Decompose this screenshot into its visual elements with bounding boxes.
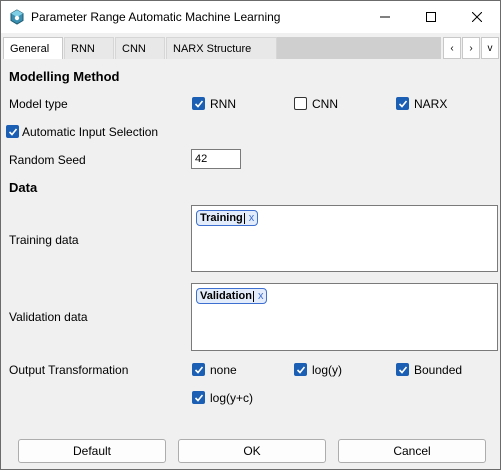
tab-bar-filler	[277, 37, 441, 59]
bounded-checkbox[interactable]	[396, 363, 409, 376]
checkmark-icon	[296, 366, 306, 374]
model-type-label: Model type	[9, 97, 68, 111]
narx-checkbox[interactable]	[396, 97, 409, 110]
maximize-icon	[426, 12, 436, 22]
log-y-plus-c-checkbox-label: log(y+c)	[210, 391, 254, 405]
rnn-checkbox-label: RNN	[210, 97, 236, 111]
narx-checkbox-label: NARX	[414, 97, 448, 111]
ok-button[interactable]: OK	[178, 439, 326, 463]
tab-rnn[interactable]: RNN	[64, 37, 114, 59]
none-checkbox[interactable]	[192, 363, 205, 376]
default-button[interactable]: Default	[18, 439, 166, 463]
validation-data-field[interactable]: Validation x	[191, 283, 498, 351]
window-title: Parameter Range Automatic Machine Learni…	[31, 10, 281, 24]
gear-cube-icon	[9, 9, 25, 25]
cancel-button[interactable]: Cancel	[338, 439, 486, 463]
validation-data-label: Validation data	[9, 310, 88, 324]
close-icon	[472, 12, 482, 22]
automatic-input-selection-checkbox[interactable]	[6, 125, 19, 138]
checkmark-icon	[194, 366, 204, 374]
log-y-checkbox[interactable]	[294, 363, 307, 376]
training-data-field[interactable]: Training x	[191, 205, 498, 272]
validation-data-chip[interactable]: Validation x	[196, 288, 268, 304]
rnn-checkbox[interactable]	[192, 97, 205, 110]
general-panel: Modelling Method Model type RNN CNN NARX…	[1, 59, 500, 433]
bounded-checkbox-label: Bounded	[414, 363, 463, 377]
chip-label: Training	[200, 212, 243, 224]
cnn-checkbox-label: CNN	[312, 97, 338, 111]
tab-prev-button[interactable]: ‹	[443, 37, 461, 59]
checkmark-icon	[398, 100, 408, 108]
chip-label: Validation	[200, 290, 252, 302]
close-button[interactable]	[454, 1, 500, 33]
output-transformation-label: Output Transformation	[9, 363, 129, 377]
checkmark-icon	[8, 128, 18, 136]
data-heading: Data	[9, 180, 38, 195]
checkmark-icon	[398, 366, 408, 374]
dialog-window: Parameter Range Automatic Machine Learni…	[0, 0, 501, 470]
random-seed-label: Random Seed	[9, 153, 86, 167]
none-checkbox-label: none	[210, 363, 237, 377]
checkmark-icon	[194, 100, 204, 108]
tab-menu-button[interactable]: v	[481, 37, 499, 59]
text-cursor	[252, 290, 254, 302]
text-cursor	[243, 212, 245, 224]
minimize-icon	[380, 16, 390, 18]
random-seed-input[interactable]: 42	[191, 149, 241, 169]
log-y-checkbox-label: log(y)	[312, 363, 343, 377]
title-bar: Parameter Range Automatic Machine Learni…	[1, 1, 500, 33]
tab-cnn[interactable]: CNN	[115, 37, 165, 59]
maximize-button[interactable]	[408, 1, 454, 33]
log-y-plus-c-checkbox[interactable]	[192, 391, 205, 404]
tab-next-button[interactable]: ›	[462, 37, 480, 59]
tab-bar: General RNN CNN NARX Structure ‹ › v	[1, 37, 500, 59]
tab-narx-structure[interactable]: NARX Structure	[166, 37, 277, 59]
chip-remove-icon[interactable]: x	[249, 212, 255, 224]
tab-general[interactable]: General	[3, 37, 63, 59]
automatic-input-selection-label: Automatic Input Selection	[22, 125, 159, 139]
minimize-button[interactable]	[362, 1, 408, 33]
checkmark-icon	[194, 394, 204, 402]
chip-remove-icon[interactable]: x	[258, 290, 264, 302]
cnn-checkbox[interactable]	[294, 97, 307, 110]
modelling-method-heading: Modelling Method	[9, 69, 120, 84]
training-data-label: Training data	[9, 233, 79, 247]
training-data-chip[interactable]: Training x	[196, 210, 259, 226]
